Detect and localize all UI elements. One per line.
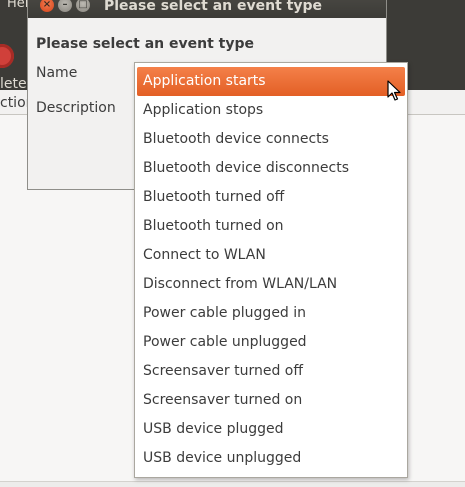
option-power-cable-plugged-in[interactable]: Power cable plugged in: [137, 299, 405, 328]
close-window-icon[interactable]: ×: [40, 0, 54, 12]
option-disconnect-from-wlan-lan[interactable]: Disconnect from WLAN/LAN: [137, 270, 405, 299]
option-application-stops[interactable]: Application stops: [137, 96, 405, 125]
dialog-heading: Please select an event type: [36, 36, 254, 52]
minimize-window-icon[interactable]: –: [58, 0, 72, 12]
option-power-cable-unplugged[interactable]: Power cable unplugged: [137, 328, 405, 357]
menu-help[interactable]: Hel: [7, 0, 28, 11]
option-usb-device-plugged[interactable]: USB device plugged: [137, 415, 405, 444]
option-connect-to-wlan[interactable]: Connect to WLAN: [137, 241, 405, 270]
delete-icon[interactable]: [0, 44, 14, 68]
name-label: Name: [36, 65, 78, 81]
option-bluetooth-turned-off[interactable]: Bluetooth turned off: [137, 183, 405, 212]
mouse-pointer-icon: [387, 80, 401, 101]
event-type-dropdown-list: Application starts Application stops Blu…: [134, 62, 408, 478]
option-usb-device-unplugged[interactable]: USB device unplugged: [137, 444, 405, 473]
dialog-titlebar[interactable]: × – □ Please select an event type: [28, 0, 386, 18]
option-screensaver-turned-on[interactable]: Screensaver turned on: [137, 386, 405, 415]
option-application-starts[interactable]: Application starts: [137, 67, 405, 96]
maximize-window-icon[interactable]: □: [76, 0, 90, 12]
background-menubar: Hel: [0, 0, 30, 14]
option-bluetooth-turned-on[interactable]: Bluetooth turned on: [137, 212, 405, 241]
option-bluetooth-device-connects[interactable]: Bluetooth device connects: [137, 125, 405, 154]
option-bluetooth-device-disconnects[interactable]: Bluetooth device disconnects: [137, 154, 405, 183]
description-label: Description: [36, 100, 116, 116]
background-bottom-edge: [0, 481, 465, 487]
dialog-title: Please select an event type: [104, 0, 322, 14]
option-screensaver-turned-off[interactable]: Screensaver turned off: [137, 357, 405, 386]
